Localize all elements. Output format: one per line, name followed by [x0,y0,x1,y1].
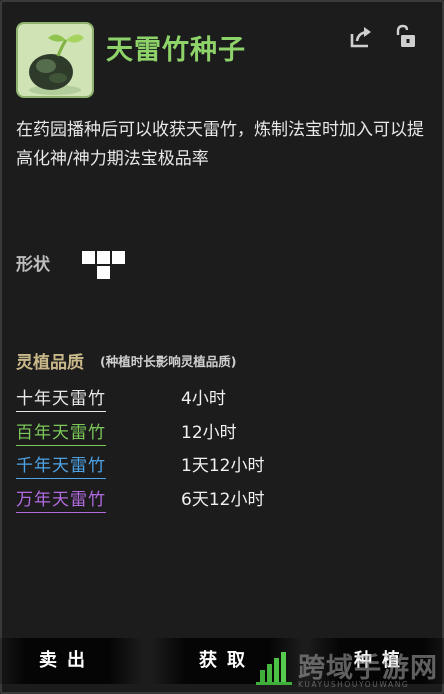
shape-label: 形状 [16,255,50,275]
sell-button[interactable]: 卖出 [0,638,142,684]
unlock-icon[interactable] [392,24,418,50]
shape-cell [97,251,110,264]
quality-time: 12小时 [181,423,237,443]
seed-sprout-icon [16,22,94,98]
quality-name[interactable]: 百年天雷竹 [16,418,106,446]
item-description: 在药园播种后可以收获天雷竹，炼制法宝时加入可以提高化神/神力期法宝极品率 [16,120,424,169]
quality-name[interactable]: 十年天雷竹 [16,384,106,412]
quality-subtitle: (种植时长影响灵植品质) [100,354,237,369]
shape-cell [97,266,110,279]
quality-name[interactable]: 千年天雷竹 [16,451,106,479]
quality-time: 1天12小时 [181,456,265,476]
quality-row[interactable]: 十年天雷竹 4小时 [16,384,316,412]
quality-name[interactable]: 万年天雷竹 [16,485,106,513]
quality-row[interactable]: 万年天雷竹 6天12小时 [16,485,316,513]
shape-cell [112,251,125,264]
quality-title: 灵植品质 [16,353,84,373]
quality-row[interactable]: 千年天雷竹 1天12小时 [16,451,316,479]
obtain-button[interactable]: 获取 [152,638,302,684]
share-icon[interactable] [348,24,374,50]
item-title: 天雷竹种子 [106,35,246,66]
action-bar: 卖出 获取 种植 [0,638,444,690]
shape-cell [82,251,95,264]
plant-button[interactable]: 种植 [307,638,444,684]
quality-time: 4小时 [181,389,226,409]
quality-time: 6天12小时 [181,490,265,510]
shape-diagram [82,251,126,279]
item-detail-panel: 天雷竹种子 在药园播种后可以收获天雷竹，炼制法宝时加入可以提高化神/神力期法宝极… [0,0,444,694]
quality-row[interactable]: 百年天雷竹 12小时 [16,418,316,446]
